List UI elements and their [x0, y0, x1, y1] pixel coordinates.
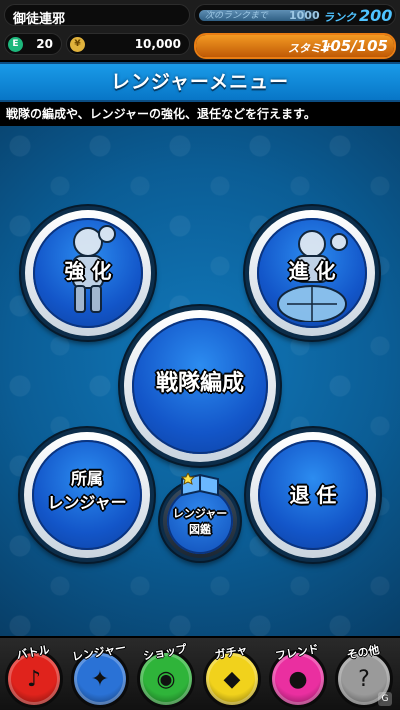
music-note-icon: ♪: [26, 667, 42, 692]
team-formation-label: 戦隊編成: [155, 371, 244, 396]
bottom-nav: ♪ バトル ✦ レンジャー ◉ ショップ ◆ ガチャ ● フレンド ? その他 …: [0, 636, 400, 710]
watermark-logo: G: [378, 692, 392, 706]
owned-rangers-label-line1: 所属: [70, 469, 103, 488]
page-title: レンジャーメニュー: [0, 62, 400, 102]
owned-rangers-label-line2: レンジャー: [47, 493, 127, 512]
nav-gacha[interactable]: ◆ ガチャ: [200, 643, 262, 708]
strengthen-button[interactable]: 強 化: [21, 206, 155, 340]
player-name: 御徒連邪: [4, 4, 190, 27]
book-icon: [180, 473, 219, 497]
rank-value: 200: [359, 6, 393, 25]
status-bar: 御徒連邪 次のランクまで 1000 ランク 200 E 20 ¥ 10,000 …: [0, 0, 400, 62]
coin-counter[interactable]: ¥ 10,000: [66, 33, 190, 55]
coin-icon: ¥: [70, 37, 85, 52]
gem-value: 20: [36, 37, 53, 51]
strengthen-label: 強 化: [64, 259, 112, 283]
friends-icon: ●: [288, 667, 308, 692]
nav-friends[interactable]: ● フレンド: [266, 642, 328, 708]
exp-value: 1000: [289, 9, 320, 22]
ranger-book-label-line2: 図鑑: [189, 523, 211, 536]
coin-value: 10,000: [134, 37, 181, 51]
dismiss-label: 退 任: [289, 483, 337, 507]
rank-label: ランク: [323, 11, 356, 24]
gacha-icon: ◆: [223, 667, 241, 692]
shop-disc-icon: ◉: [156, 667, 176, 692]
gem-icon: E: [8, 37, 23, 52]
evolve-button[interactable]: 進 化: [245, 206, 379, 340]
evolve-label: 進 化: [288, 259, 336, 283]
owned-rangers-button[interactable]: 所属 レンジャー: [20, 428, 154, 562]
nav-battle[interactable]: ♪ バトル: [2, 643, 64, 708]
ranger-book-label-line1: レンジャー: [172, 507, 228, 520]
stamina-value: 105/105: [319, 37, 388, 55]
dismiss-button[interactable]: 退 任: [246, 428, 380, 562]
ranger-book-button[interactable]: レンジャー 図鑑: [160, 473, 240, 561]
menu-description: 戦隊の編成や、レンジャーの強化、退任などを行えます。: [0, 102, 400, 126]
exp-label: 次のランクまで: [205, 11, 269, 21]
team-formation-button[interactable]: 戦隊編成: [120, 306, 280, 466]
ranger-icon: ✦: [90, 667, 110, 692]
nav-shop[interactable]: ◉ ショップ: [134, 642, 196, 708]
stamina-bar: スタミナ 105/105: [194, 33, 396, 59]
nav-rangers[interactable]: ✦ レンジャー: [68, 641, 130, 708]
gem-counter[interactable]: E 20: [4, 33, 62, 55]
rank-panel: 次のランクまで 1000 ランク 200: [194, 4, 396, 26]
menu-area: 強 化 進 化 退 任 所属 レンジャー 戦隊編成 レンジャー 図鑑: [0, 126, 400, 636]
question-icon: ?: [358, 667, 370, 692]
